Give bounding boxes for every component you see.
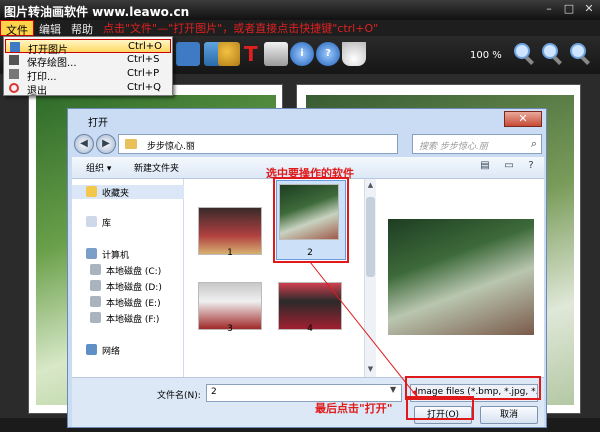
menu-help[interactable]: 帮助	[66, 20, 98, 36]
nav-item-drive-c[interactable]: 本地磁盘 (C:)	[72, 263, 184, 277]
zoom-level: 100 %	[470, 50, 502, 61]
app-titlebar: 图片转油画软件 www.leawo.cn – □ ✕	[0, 0, 600, 20]
filename-dropdown-icon[interactable]: ▼	[390, 385, 396, 394]
menu-edit[interactable]: 编辑	[34, 20, 66, 36]
file-list-scrollbar[interactable]: ▲ ▼	[364, 179, 376, 377]
info-icon[interactable]: i	[290, 42, 314, 66]
open-button-highlight	[406, 396, 474, 420]
open-image-icon	[10, 42, 20, 52]
power-icon	[9, 83, 19, 93]
nav-item-network[interactable]: 网络	[72, 343, 184, 357]
nav-item-drive-e[interactable]: 本地磁盘 (E:)	[72, 295, 184, 309]
nav-item-label: 本地磁盘 (D:)	[106, 283, 162, 293]
thumbnail-image[interactable]	[198, 282, 262, 330]
library-icon	[86, 216, 97, 227]
minimize-button[interactable]: –	[542, 3, 556, 15]
organize-button[interactable]: 组织 ▾	[86, 161, 111, 174]
thumbnail-image[interactable]	[278, 282, 342, 330]
navigation-row: ◀ ▶ 步步惊心.丽 搜索 步步惊心.丽 ⌕	[72, 133, 544, 155]
thumbnail-label: 1	[227, 248, 233, 258]
forward-icon[interactable]: ▶	[96, 134, 116, 154]
help-icon[interactable]: ?	[316, 42, 340, 66]
computer-icon	[86, 248, 97, 259]
annotation-middle: 选中要操作的软件	[266, 167, 354, 180]
file-menu: 打开图片 Ctrl+O 保存绘图... Ctrl+S 打印... Ctrl+P …	[3, 36, 173, 97]
menu-item-open-image[interactable]: 打开图片 Ctrl+O	[5, 39, 171, 56]
preview-pane-icon[interactable]: ▭	[500, 160, 518, 174]
nav-item-favorites[interactable]: 收藏夹	[72, 185, 184, 199]
menu-item-shortcut: Ctrl+P	[127, 68, 160, 79]
printer-icon	[9, 69, 19, 79]
drive-icon	[90, 280, 101, 291]
menu-item-shortcut: Ctrl+O	[128, 41, 163, 52]
coffee-cup-icon[interactable]	[342, 42, 366, 66]
help-icon[interactable]: ?	[522, 160, 540, 174]
nav-item-drive-d[interactable]: 本地磁盘 (D:)	[72, 279, 184, 293]
nav-item-label: 本地磁盘 (C:)	[106, 267, 162, 277]
nav-item-label: 计算机	[102, 251, 130, 261]
menu-item-save[interactable]: 保存绘图... Ctrl+S	[5, 53, 171, 69]
menu-item-shortcut: Ctrl+Q	[127, 82, 162, 93]
dialog-close-button[interactable]: ✕	[504, 111, 542, 127]
nav-item-label: 网络	[102, 347, 121, 357]
zoom-out-icon[interactable]	[540, 41, 564, 67]
address-bar[interactable]: 步步惊心.丽	[118, 134, 398, 154]
drive-icon	[90, 264, 101, 275]
nav-item-label: 本地磁盘 (F:)	[106, 315, 160, 325]
drive-icon	[90, 296, 101, 307]
open-image-icon[interactable]	[176, 42, 200, 66]
menu-item-exit[interactable]: 退出 Ctrl+Q	[5, 81, 171, 97]
annotation-top: 点击"文件"—"打开图片"，或者直接点击快捷键"ctrl+O"	[103, 22, 379, 35]
zoom-in-icon[interactable]	[512, 41, 536, 67]
menu-item-shortcut: Ctrl+S	[127, 54, 160, 65]
nav-item-computer[interactable]: 计算机	[72, 247, 184, 261]
thumbnail-label: 3	[227, 324, 233, 334]
nav-item-library[interactable]: 库	[72, 215, 184, 229]
printer-icon[interactable]	[264, 42, 288, 66]
menu-file[interactable]: 文件	[0, 20, 34, 37]
search-placeholder: 搜索 步步惊心.丽	[419, 142, 488, 152]
filename-label: 文件名(N):	[157, 391, 201, 401]
close-button[interactable]: ✕	[582, 3, 596, 15]
menu-item-label: 退出	[27, 86, 47, 97]
palette-icon[interactable]	[218, 42, 240, 66]
back-icon[interactable]: ◀	[74, 134, 94, 154]
zoom-fit-icon[interactable]	[568, 41, 592, 67]
nav-item-label: 库	[102, 219, 112, 229]
app-title: 图片转油画软件 www.leawo.cn	[4, 5, 190, 19]
preview-image	[388, 219, 534, 335]
nav-item-label: 收藏夹	[102, 189, 130, 199]
save-icon	[9, 55, 19, 65]
search-input[interactable]: 搜索 步步惊心.丽 ⌕	[412, 134, 542, 154]
menu-item-print[interactable]: 打印... Ctrl+P	[5, 67, 171, 83]
network-icon	[86, 344, 97, 355]
star-icon	[86, 186, 97, 197]
thumbnail-label: 4	[307, 324, 313, 334]
nav-item-drive-f[interactable]: 本地磁盘 (F:)	[72, 311, 184, 325]
selection-highlight	[273, 177, 349, 263]
window-controls: – □ ✕	[542, 3, 596, 15]
dialog-title: 打开	[88, 118, 108, 129]
address-path: 步步惊心.丽	[147, 142, 195, 152]
nav-item-label: 本地磁盘 (E:)	[106, 299, 161, 309]
scroll-thumb[interactable]	[366, 197, 375, 277]
search-icon: ⌕	[530, 137, 537, 150]
annotation-bottom: 最后点击"打开"	[315, 402, 393, 415]
cancel-button[interactable]: 取消	[480, 406, 538, 424]
new-folder-button[interactable]: 新建文件夹	[134, 161, 179, 174]
scroll-down-icon[interactable]: ▼	[366, 365, 375, 375]
view-options-icon[interactable]: ▤	[476, 160, 494, 174]
maximize-button[interactable]: □	[562, 3, 576, 15]
preview-pane	[376, 179, 544, 377]
navigation-pane: 收藏夹 库 计算机 本地磁盘 (C:) 本地磁盘 (D:) 本地磁盘 (E:) …	[72, 179, 184, 377]
scroll-up-icon[interactable]: ▲	[366, 181, 375, 191]
folder-icon	[125, 139, 137, 149]
drive-icon	[90, 312, 101, 323]
